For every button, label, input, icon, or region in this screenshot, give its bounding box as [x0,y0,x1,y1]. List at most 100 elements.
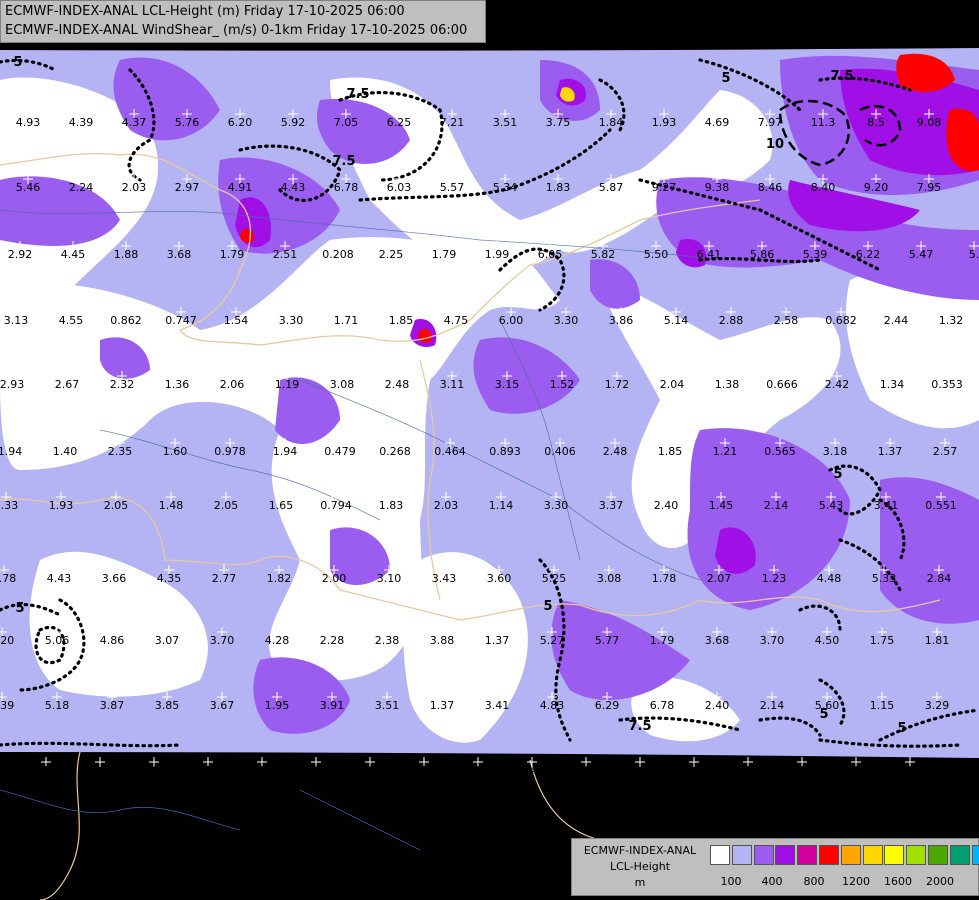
station-value: 7.97 [758,116,783,129]
station-value: 2.97 [175,181,200,194]
station-value: 4.43 [281,181,306,194]
station-value: 5.60 [815,699,840,712]
station-value: 0.208 [322,248,354,261]
station-value: 2.05 [214,499,239,512]
station-value: 3.10 [377,572,402,585]
station-value: 9.27 [652,181,677,194]
station-value: 1.52 [550,378,575,391]
station-value: 1.23 [762,572,787,585]
legend-swatch [949,845,970,865]
station-value: 1.60 [163,445,188,458]
station-value: 6.03 [387,181,412,194]
outer-rivers [0,789,421,851]
station-value: 4.43 [47,572,72,585]
station-value: 5.18 [45,699,70,712]
station-value: 11.3 [811,116,836,129]
station-value: 6.05 [538,248,563,261]
station-value: 4.93 [16,116,41,129]
station-value: 4.28 [265,634,290,647]
station-value: 3.29 [925,699,950,712]
station-value: 7.05 [334,116,359,129]
station-value: 6.78 [334,181,359,194]
station-value: 3.13 [4,314,29,327]
station-value: 4.91 [228,181,253,194]
station-value: 1.19 [275,378,300,391]
station-value: 4.75 [444,314,469,327]
legend-swatch [710,845,730,865]
station-value: 3.08 [597,572,622,585]
station-value: 5.20 [0,634,14,647]
station-value: 2.67 [55,378,80,391]
legend-tick-label: 400 [761,875,783,888]
station-value: 9.38 [705,181,730,194]
station-value: 0.551 [925,499,957,512]
station-value: 3.35 [574,764,599,777]
station-value: 1.48 [159,499,184,512]
station-value: 1.72 [196,764,221,777]
station-value: 4.39 [69,116,94,129]
contour-label: 10 [766,137,784,152]
station-value: 5.86 [750,248,775,261]
station-value: 6.42 [88,764,113,777]
station-value: 3.70 [210,634,235,647]
station-value: 1.83 [379,499,404,512]
legend-subtitle: LCL-Height [609,860,671,873]
station-value: 4.35 [157,572,182,585]
station-value: 5.82 [591,248,616,261]
station-value: 0.794 [320,499,352,512]
station-value: 9.20 [864,181,889,194]
station-value: 0.893 [489,445,521,458]
station-value: 2.93 [0,378,24,391]
station-value: 1.82 [267,572,292,585]
station-value: 6.25 [387,116,412,129]
legend-title: ECMWF-INDEX-ANAL [583,844,697,857]
station-value: 1.54 [224,314,249,327]
station-value: 2.40 [705,699,730,712]
legend-swatch [927,845,948,865]
station-value: 6.00 [499,314,524,327]
station-value: 2.00 [322,572,347,585]
station-value: 4.37 [122,116,147,129]
station-value: 1.75 [870,634,895,647]
station-value: 3.88 [430,634,455,647]
station-value: 2.33 [0,499,18,512]
station-value: 3.51 [375,699,400,712]
station-value: 2.58 [774,314,799,327]
station-value: 5. [969,248,979,261]
station-value: 2.14 [764,499,789,512]
station-value: 2.32 [110,378,135,391]
station-value: 0.666 [766,378,798,391]
legend-swatch [731,845,752,865]
legend-swatch [797,845,818,865]
legend-tick-label: 2000 [926,875,954,888]
station-value: 1.95 [265,699,290,712]
station-value: 4.48 [817,572,842,585]
station-value: 3.39 [0,699,14,712]
station-value: 3.85 [155,699,180,712]
station-value: 9.08 [917,116,942,129]
contour-label: 5 [15,601,24,616]
station-value: 5.92 [281,116,306,129]
station-value: 3.91 [320,699,345,712]
station-value: 8.46 [758,181,783,194]
station-value: 5.34 [493,181,518,194]
station-value: 6.22 [856,248,881,261]
station-value: 1.15 [870,699,895,712]
map-viewer: 5 7.5 7.5 5 7.5 10 5 5 5 7.5 5 5 4.93 4.39 4.37 5.76 6.… [0,0,979,900]
station-value: 3.60 [487,572,512,585]
legend-swatch [971,845,979,865]
station-value: 2.78 [412,764,437,777]
station-value: 2.44 [884,314,909,327]
station-value: 2.28 [320,634,345,647]
station-value: 5.57 [440,181,465,194]
contour-label: 5 [897,721,906,736]
station-value: 1.85 [389,314,414,327]
station-value: 5.43 [819,499,844,512]
legend-swatch [840,845,861,865]
legend-tick-label: 1200 [842,875,870,888]
station-value: 3.41 [485,699,510,712]
station-value: 1.21 [713,445,738,458]
station-value: 1.79 [220,248,245,261]
station-value: 3.75 [546,116,571,129]
station-value: 3.66 [102,572,127,585]
